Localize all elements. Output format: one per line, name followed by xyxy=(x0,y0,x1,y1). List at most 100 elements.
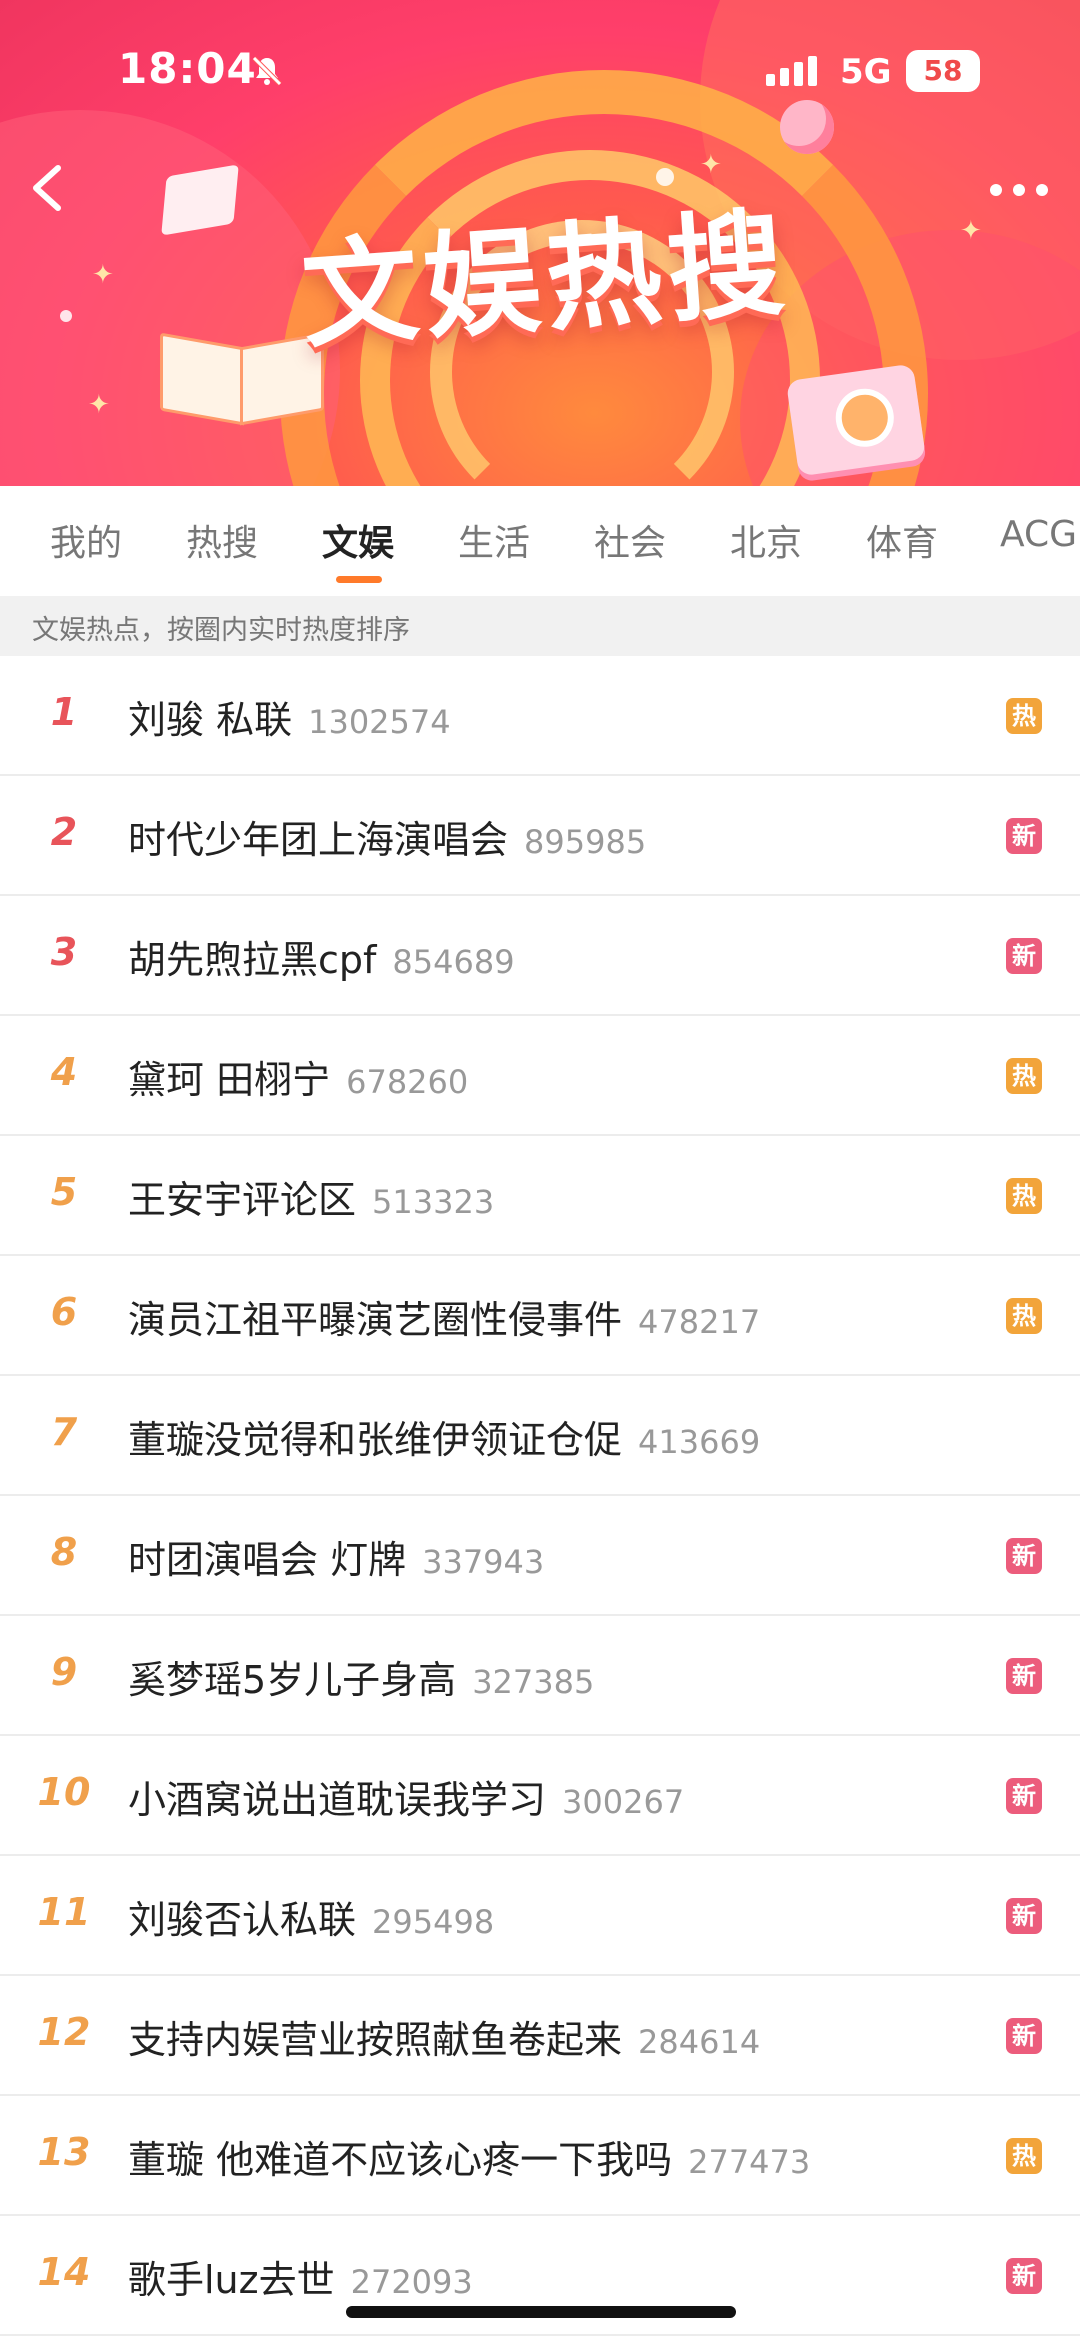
list-item-text: 刘骏 私联 1302574 xyxy=(128,689,451,744)
new-badge: 新 xyxy=(1006,1898,1042,1934)
list-item[interactable]: 13 董璇 他难道不应该心疼一下我吗 277473 热 xyxy=(0,2096,1080,2216)
rank-number: 7 xyxy=(50,1410,78,1454)
list-item-title: 时团演唱会 灯牌 xyxy=(128,1538,407,1582)
hot-badge: 热 xyxy=(1006,1298,1042,1334)
list-item-title: 刘骏否认私联 xyxy=(128,1898,357,1942)
list-item-title: 董璇没觉得和张维伊领证仓促 xyxy=(128,1418,623,1462)
new-badge: 新 xyxy=(1006,1778,1042,1814)
list-item[interactable]: 2 时代少年团上海演唱会 895985 新 xyxy=(0,776,1080,896)
list-item-title: 歌手luz去世 xyxy=(128,2258,335,2302)
rank-number: 3 xyxy=(50,930,78,974)
list-description: 文娱热点，按圈内实时热度排序 xyxy=(32,615,410,646)
list-item-text: 刘骏否认私联 295498 xyxy=(128,1889,494,1944)
list-item[interactable]: 3 胡先煦拉黑cpf 854689 新 xyxy=(0,896,1080,1016)
list-item-count: 337943 xyxy=(422,1543,545,1581)
dot-decoration xyxy=(656,168,674,186)
signal-icon xyxy=(766,56,817,86)
list-item-title: 小酒窝说出道耽误我学习 xyxy=(128,1778,547,1822)
camera-decoration xyxy=(785,363,927,477)
rank-number: 11 xyxy=(37,1890,91,1934)
battery-indicator: 58 xyxy=(906,50,980,92)
list-item-text: 董璇没觉得和张维伊领证仓促 413669 xyxy=(128,1409,760,1464)
tab-acg[interactable]: ACG xyxy=(1000,514,1077,555)
active-tab-indicator xyxy=(336,576,382,583)
sparkle-icon: ✦ xyxy=(700,150,722,180)
new-badge: 新 xyxy=(1006,1538,1042,1574)
list-item-text: 演员江祖平曝演艺圈性侵事件 478217 xyxy=(128,1289,760,1344)
list-item-count: 1302574 xyxy=(308,703,451,741)
list-item-count: 678260 xyxy=(346,1063,469,1101)
hot-search-list: 1 刘骏 私联 1302574 热 2 时代少年团上海演唱会 895985 新 3 胡先煦拉黑cp… xyxy=(0,656,1080,2336)
tab-sports[interactable]: 体育 xyxy=(866,514,938,566)
list-item-title: 黛珂 田栩宁 xyxy=(128,1058,331,1102)
list-item-count: 272093 xyxy=(350,2263,473,2301)
list-item[interactable]: 12 支持内娱营业按照献鱼卷起来 284614 新 xyxy=(0,1976,1080,2096)
status-time: 18:04 xyxy=(118,44,257,93)
list-item[interactable]: 7 董璇没觉得和张维伊领证仓促 413669 xyxy=(0,1376,1080,1496)
list-item-count: 327385 xyxy=(472,1663,595,1701)
list-item-count: 277473 xyxy=(688,2143,811,2181)
list-item-title: 演员江祖平曝演艺圈性侵事件 xyxy=(128,1298,623,1342)
sparkle-icon: ✦ xyxy=(960,216,982,246)
tab-hot[interactable]: 热搜 xyxy=(186,514,258,566)
rank-number: 8 xyxy=(50,1530,78,1574)
rank-number: 6 xyxy=(50,1290,78,1334)
list-item-text: 王安宇评论区 513323 xyxy=(128,1169,494,1224)
list-item-title: 奚梦瑶5岁儿子身高 xyxy=(128,1658,457,1702)
tab-life[interactable]: 生活 xyxy=(458,514,530,566)
back-arrow-icon[interactable] xyxy=(22,158,72,218)
hot-badge: 热 xyxy=(1006,1058,1042,1094)
new-badge: 新 xyxy=(1006,2018,1042,2054)
list-item[interactable]: 11 刘骏否认私联 295498 新 xyxy=(0,1856,1080,1976)
more-icon[interactable] xyxy=(984,170,1054,210)
new-badge: 新 xyxy=(1006,938,1042,974)
list-item-count: 478217 xyxy=(638,1303,761,1341)
hot-badge: 热 xyxy=(1006,698,1042,734)
list-item[interactable]: 6 演员江祖平曝演艺圈性侵事件 478217 热 xyxy=(0,1256,1080,1376)
home-indicator[interactable] xyxy=(346,2306,736,2318)
new-badge: 新 xyxy=(1006,1658,1042,1694)
list-item-title: 时代少年团上海演唱会 xyxy=(128,818,509,862)
dot-decoration xyxy=(60,310,72,322)
tab-beijing[interactable]: 北京 xyxy=(730,514,802,566)
new-badge: 新 xyxy=(1006,2258,1042,2294)
tab-entertainment[interactable]: 文娱 xyxy=(322,514,394,566)
list-item-text: 黛珂 田栩宁 678260 xyxy=(128,1049,468,1104)
list-item-count: 895985 xyxy=(524,823,647,861)
list-item-text: 时团演唱会 灯牌 337943 xyxy=(128,1529,544,1584)
hot-badge: 热 xyxy=(1006,1178,1042,1214)
network-type: 5G xyxy=(840,52,892,92)
rank-number: 2 xyxy=(50,810,78,854)
list-item-text: 奚梦瑶5岁儿子身高 327385 xyxy=(128,1649,594,1704)
list-item-title: 支持内娱营业按照献鱼卷起来 xyxy=(128,2018,623,2062)
list-description-bar: 文娱热点，按圈内实时热度排序 xyxy=(0,596,1080,656)
list-item-count: 300267 xyxy=(562,1783,685,1821)
list-item-count: 854689 xyxy=(392,943,515,981)
rank-number: 5 xyxy=(50,1170,78,1214)
list-item[interactable]: 1 刘骏 私联 1302574 热 xyxy=(0,656,1080,776)
list-item-count: 413669 xyxy=(638,1423,761,1461)
sparkle-icon: ✦ xyxy=(92,260,114,290)
list-item-text: 胡先煦拉黑cpf 854689 xyxy=(128,929,515,984)
list-item-count: 295498 xyxy=(372,1903,495,1941)
list-item-text: 董璇 他难道不应该心疼一下我吗 277473 xyxy=(128,2129,810,2184)
new-badge: 新 xyxy=(1006,818,1042,854)
list-item[interactable]: 14 歌手luz去世 272093 新 xyxy=(0,2216,1080,2336)
rank-number: 1 xyxy=(50,690,78,734)
list-item[interactable]: 10 小酒窝说出道耽误我学习 300267 新 xyxy=(0,1736,1080,1856)
list-item[interactable]: 5 王安宇评论区 513323 热 xyxy=(0,1136,1080,1256)
rank-number: 13 xyxy=(37,2130,91,2174)
rank-number: 12 xyxy=(37,2010,91,2054)
rank-number: 9 xyxy=(50,1650,78,1694)
rank-number: 14 xyxy=(37,2250,91,2294)
tab-society[interactable]: 社会 xyxy=(594,514,666,566)
list-item-count: 284614 xyxy=(638,2023,761,2061)
status-bar: 18:04 5G 58 xyxy=(0,0,1080,150)
list-item[interactable]: 8 时团演唱会 灯牌 337943 新 xyxy=(0,1496,1080,1616)
list-item[interactable]: 9 奚梦瑶5岁儿子身高 327385 新 xyxy=(0,1616,1080,1736)
list-item[interactable]: 4 黛珂 田栩宁 678260 热 xyxy=(0,1016,1080,1136)
tab-mine[interactable]: 我的 xyxy=(50,514,122,566)
list-item-title: 王安宇评论区 xyxy=(128,1178,357,1222)
list-item-title: 刘骏 私联 xyxy=(128,698,293,742)
hot-badge: 热 xyxy=(1006,2138,1042,2174)
